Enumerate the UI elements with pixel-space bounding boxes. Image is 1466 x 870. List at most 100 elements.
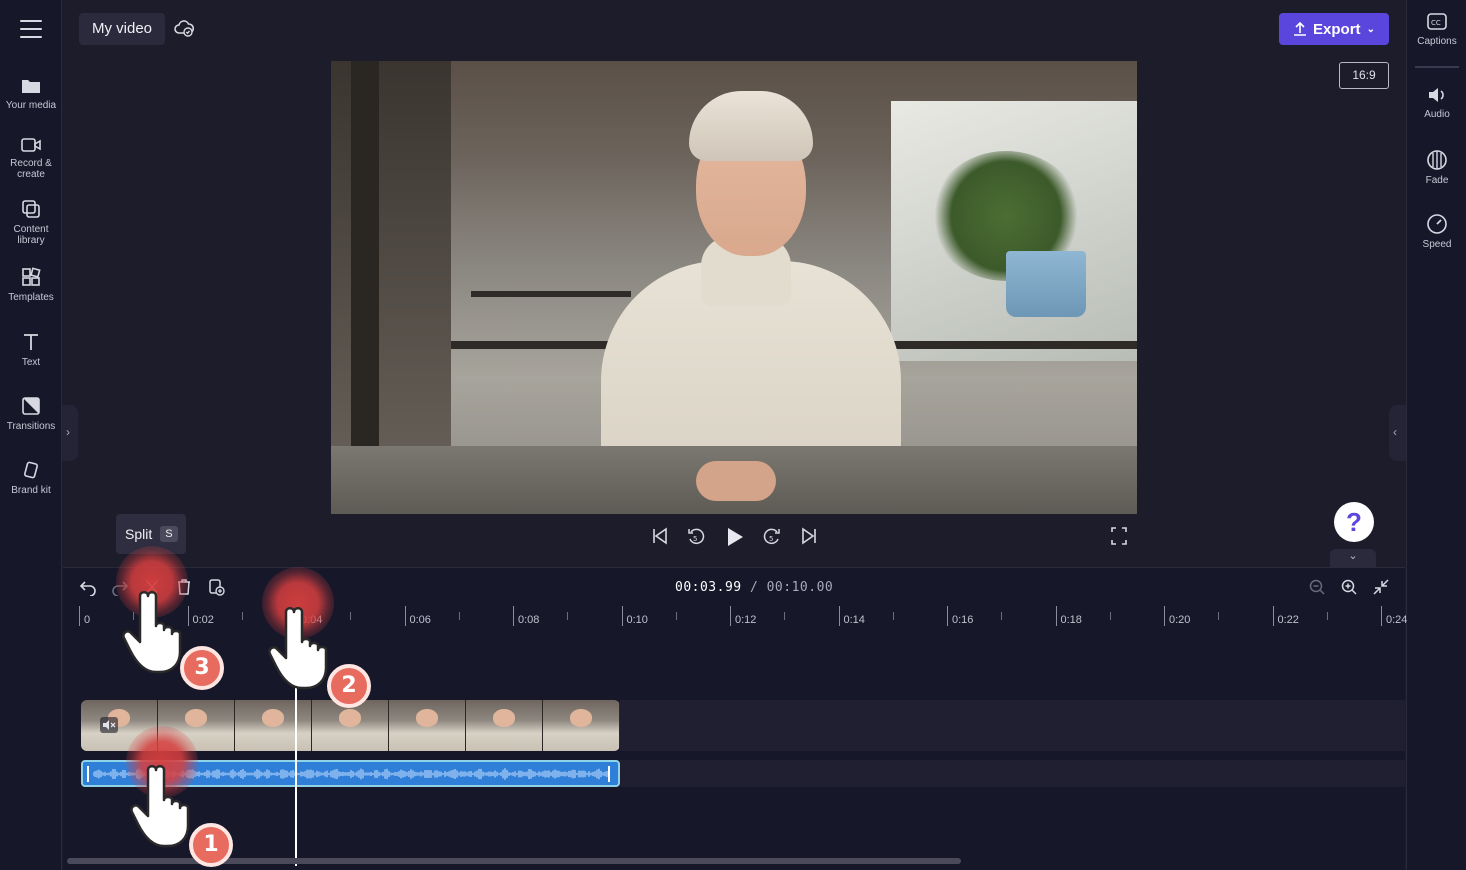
sidebar-item-brand-kit[interactable]: Brand kit [0, 459, 62, 496]
sidebar-item-label: Captions [1417, 36, 1457, 47]
fit-timeline-icon[interactable] [1372, 578, 1390, 596]
sidebar-item-audio[interactable]: Audio [1407, 85, 1466, 120]
export-label: Export [1313, 20, 1361, 38]
sidebar-item-label: Content [13, 224, 49, 235]
preview-pot [1006, 251, 1086, 317]
step-badge-3: 3 [180, 646, 224, 690]
transitions-icon [22, 397, 40, 415]
step-badge-1: 1 [189, 823, 233, 867]
sidebar-item-captions[interactable]: CC Captions [1407, 12, 1466, 47]
ruler-major-tick [947, 606, 948, 626]
ruler-label: 0:18 [1060, 614, 1082, 626]
sidebar-item-text[interactable]: Text [0, 331, 62, 368]
sidebar-item-label: create [17, 169, 45, 180]
divider [1415, 66, 1459, 68]
svg-text:CC: CC [1431, 19, 1441, 27]
ruler-label: 0:14 [843, 614, 865, 626]
ruler-minor-tick [241, 612, 243, 620]
ruler-label: 0:20 [1169, 614, 1191, 626]
ruler-minor-tick [1218, 612, 1220, 620]
zoom-out-icon[interactable] [1308, 578, 1326, 596]
sidebar-item-fade[interactable]: Fade [1407, 149, 1466, 186]
chevron-down-icon: ⌄ [1366, 23, 1375, 35]
sidebar-item-label: Brand kit [11, 485, 51, 496]
fade-icon [1427, 150, 1447, 170]
ruler-major-tick [1272, 606, 1274, 626]
expand-right-panel-button[interactable]: ‹ [1389, 405, 1406, 461]
sidebar-item-label: Record & [10, 158, 52, 169]
ruler-minor-tick [458, 612, 460, 620]
undo-icon[interactable] [79, 578, 97, 596]
ruler-label: 0:24 [1386, 614, 1408, 626]
ruler-minor-tick [1001, 612, 1003, 620]
preview-shelf [471, 291, 631, 297]
sidebar-item-label: library [17, 235, 45, 246]
play-icon[interactable] [725, 526, 745, 548]
sidebar-item-record-create[interactable]: Record & create [0, 136, 62, 180]
ruler-label: 0:10 [626, 614, 648, 626]
clip-thumbnail [389, 700, 466, 751]
clip-thumbnail [466, 700, 543, 751]
expand-left-panel-button[interactable]: › [62, 405, 78, 461]
clip-thumbnail [543, 700, 620, 751]
skip-to-end-icon[interactable] [800, 526, 818, 546]
tooltip-label: Split [125, 526, 153, 542]
help-button[interactable]: ? [1334, 502, 1374, 542]
audio-track-row [620, 760, 1405, 787]
sidebar-item-your-media[interactable]: Your media [0, 76, 62, 111]
cloud-saved-icon [173, 18, 195, 43]
sidebar-item-speed[interactable]: Speed [1407, 213, 1466, 250]
skip-to-start-icon[interactable] [651, 526, 669, 546]
zoom-in-icon[interactable] [1340, 578, 1358, 596]
ruler-minor-tick [675, 612, 677, 620]
ruler-label: 0:08 [518, 614, 540, 626]
sidebar-item-content-library[interactable]: Content library [0, 198, 62, 246]
sidebar-item-label: Audio [1424, 109, 1450, 120]
duplicate-icon[interactable] [207, 578, 225, 596]
aspect-ratio-button[interactable]: 16:9 [1339, 62, 1389, 89]
export-button[interactable]: Export ⌄ [1279, 13, 1389, 45]
ruler-minor-tick [567, 612, 569, 620]
ruler-major-tick [1381, 606, 1382, 626]
right-sidebar: CC Captions Audio Fade Speed [1406, 0, 1466, 870]
video-track-row [620, 700, 1405, 751]
video-preview[interactable] [331, 61, 1137, 514]
speed-icon [1427, 214, 1447, 234]
audio-icon [1429, 88, 1444, 102]
total-time: / 00:10.00 [749, 580, 834, 595]
svg-text:5: 5 [693, 535, 697, 543]
sidebar-item-transitions[interactable]: Transitions [0, 395, 62, 432]
project-title[interactable]: My video [79, 13, 165, 45]
library-icon [22, 200, 40, 218]
sidebar-item-templates[interactable]: Templates [0, 266, 62, 303]
chevron-left-icon: ‹ [1393, 425, 1397, 439]
camera-icon [21, 138, 41, 152]
timecode-display: 00:03.99 / 00:10.00 [675, 580, 833, 595]
fullscreen-icon[interactable] [1110, 526, 1128, 546]
ruler-major-tick [513, 606, 514, 626]
ruler-minor-tick [350, 612, 352, 620]
collapse-timeline-button[interactable]: ⌄ [1330, 549, 1376, 567]
ruler-major-tick [730, 606, 731, 626]
sidebar-item-label: Speed [1422, 239, 1452, 250]
rewind-5-icon[interactable]: 5 [686, 526, 706, 548]
menu-icon[interactable] [20, 20, 42, 38]
ruler-label: 0:22 [1277, 614, 1299, 626]
preview-person-hands [696, 461, 776, 501]
chevron-right-icon: › [66, 425, 70, 439]
audio-trim-handle-right[interactable] [608, 766, 614, 782]
ruler-major-tick [404, 606, 406, 626]
sidebar-item-label: Fade [1425, 175, 1449, 186]
upload-icon [1294, 21, 1307, 36]
ruler-major-tick [621, 606, 623, 626]
forward-5-icon[interactable]: 5 [762, 526, 782, 548]
text-icon [24, 334, 38, 350]
ruler-label: 0:12 [735, 614, 757, 626]
ruler-major-tick [1055, 606, 1057, 626]
ruler-label: 0 [84, 614, 91, 626]
sidebar-item-label: Your media [5, 100, 57, 111]
brand-kit-icon [24, 461, 38, 479]
ruler-minor-tick [1326, 612, 1328, 620]
muted-icon[interactable] [100, 717, 118, 733]
sidebar-item-label: Transitions [6, 421, 56, 432]
